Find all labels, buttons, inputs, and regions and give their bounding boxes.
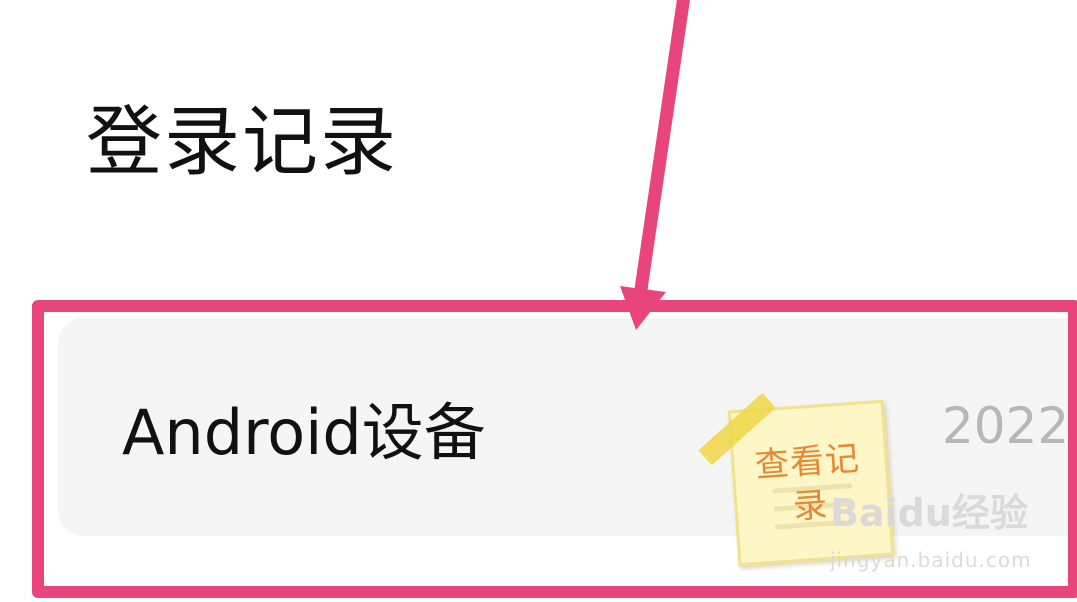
page-title: 登录记录 [86,97,398,186]
screen: 登录记录 Android设备 2022 查看记录 Baidu经验 jingyan… [0,0,1077,602]
device-name: Android设备 [122,396,486,469]
watermark: Baidu经验 jingyan.baidu.com [830,492,1032,572]
record-date: 2022 [942,397,1070,455]
watermark-url: jingyan.baidu.com [830,548,1032,572]
arrow-shaft [633,0,690,303]
watermark-brand: Baidu经验 [830,491,1028,535]
